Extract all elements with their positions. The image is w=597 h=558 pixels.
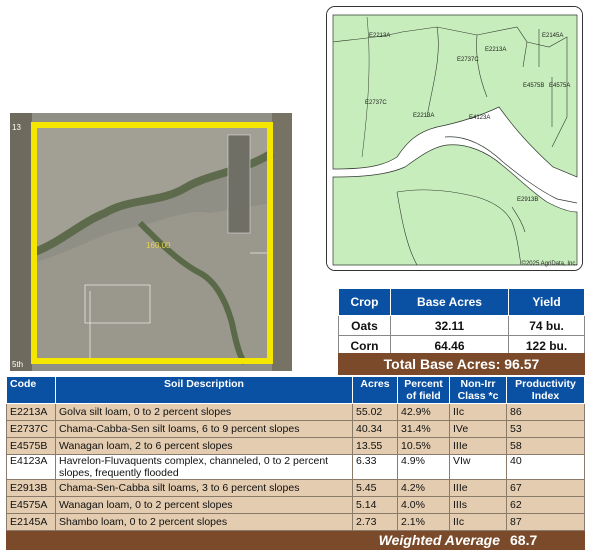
class-header: Non-Irr Class *c	[449, 376, 507, 404]
soil-productivity: 53	[506, 420, 585, 438]
soil-description: Wanagan loam, 0 to 2 percent slopes	[55, 496, 353, 514]
map-label-10: E2913B	[517, 197, 538, 203]
code-header: Code	[6, 376, 56, 404]
section-label-top: 13	[12, 123, 21, 132]
map-label-4: E2737C	[457, 57, 479, 63]
soil-map-polygons: E2213A E2145A E2213A E2737C E4575B E4575…	[327, 7, 582, 270]
soil-acres: 6.33	[352, 454, 398, 480]
table-row: E2913B Chama-Sen-Cabba silt loams, 3 to …	[6, 479, 585, 497]
crop-base-acres-table: Crop Base Acres Yield Oats 32.11 74 bu. …	[338, 288, 585, 356]
map-label-5: E4575B	[523, 83, 544, 89]
soil-description: Shambo loam, 0 to 2 percent slopes	[55, 513, 353, 531]
soil-percent: 4.9%	[397, 454, 450, 480]
soil-table: Code Soil Description Acres Percent of f…	[6, 376, 585, 550]
acres-header: Acres	[352, 376, 398, 404]
soil-productivity: 86	[506, 403, 585, 421]
soil-code: E2145A	[6, 513, 56, 531]
total-base-acres: Total Base Acres: 96.57	[338, 353, 585, 375]
map-label-6: E4575A	[549, 83, 570, 89]
soil-class: IVe	[449, 420, 507, 438]
soil-code: E2213A	[6, 403, 56, 421]
soil-description-header: Soil Description	[55, 376, 353, 404]
soil-code: E4575B	[6, 437, 56, 455]
table-row: E4575A Wanagan loam, 0 to 2 percent slop…	[6, 496, 585, 514]
soil-acres: 5.14	[352, 496, 398, 514]
soil-description: Chama-Cabba-Sen silt loams, 6 to 9 perce…	[55, 420, 353, 438]
map-label-7: E2737C	[365, 100, 387, 106]
soil-productivity: 40	[506, 454, 585, 480]
soil-class: IIc	[449, 513, 507, 531]
soil-code: E2913B	[6, 479, 56, 497]
soil-productivity: 67	[506, 479, 585, 497]
map-label-2: E2145A	[542, 33, 563, 39]
map-label-1: E2213A	[369, 33, 390, 39]
crop-name: Oats	[338, 315, 391, 336]
map-label-3: E2213A	[485, 47, 506, 53]
soil-class: VIw	[449, 454, 507, 480]
soil-description: Chama-Sen-Cabba silt loams, 3 to 6 perce…	[55, 479, 353, 497]
table-row: E2145A Shambo loam, 0 to 2 percent slope…	[6, 513, 585, 531]
soil-class: IIIe	[449, 437, 507, 455]
crop-yield: 74 bu.	[508, 315, 585, 336]
table-row: E4123A Havrelon-Fluvaquents complex, cha…	[6, 454, 585, 480]
soil-percent: 2.1%	[397, 513, 450, 531]
section-label-bottom: 5th	[12, 360, 24, 369]
weighted-average-label: Weighted Average	[6, 530, 507, 550]
percent-header: Percent of field	[397, 376, 450, 404]
soil-class: IIIs	[449, 496, 507, 514]
soil-percent: 31.4%	[397, 420, 450, 438]
weighted-average-row: Weighted Average 68.7	[6, 530, 585, 550]
soil-class: IIc	[449, 403, 507, 421]
soil-map: E2213A E2145A E2213A E2737C E4575B E4575…	[326, 6, 583, 271]
soil-percent: 4.0%	[397, 496, 450, 514]
map-label-8: E2213A	[413, 113, 434, 119]
soil-code: E4123A	[6, 454, 56, 480]
table-row: E2737C Chama-Cabba-Sen silt loams, 6 to …	[6, 420, 585, 438]
productivity-header: Productivity Index	[506, 376, 585, 404]
map-label-9: E4123A	[469, 115, 490, 121]
soil-class: IIIe	[449, 479, 507, 497]
map-copyright: ©2025 AgriData, Inc.	[521, 261, 577, 267]
soil-code: E2737C	[6, 420, 56, 438]
soil-acres: 5.45	[352, 479, 398, 497]
soil-acres: 13.55	[352, 437, 398, 455]
soil-productivity: 58	[506, 437, 585, 455]
aerial-photo: 160.00 13 5th	[10, 113, 292, 371]
field-acres-label: 160.00	[146, 241, 171, 250]
soil-productivity: 62	[506, 496, 585, 514]
soil-acres: 40.34	[352, 420, 398, 438]
soil-code: E4575A	[6, 496, 56, 514]
crop-acres: 32.11	[389, 315, 510, 336]
soil-acres: 55.02	[352, 403, 398, 421]
soil-productivity: 87	[506, 513, 585, 531]
soil-percent: 4.2%	[397, 479, 450, 497]
weighted-average-value: 68.7	[506, 530, 585, 550]
yield-header: Yield	[508, 288, 585, 316]
soil-percent: 42.9%	[397, 403, 450, 421]
soil-description: Wanagan loam, 2 to 6 percent slopes	[55, 437, 353, 455]
base-acres-header: Base Acres	[389, 288, 510, 316]
table-row: E4575B Wanagan loam, 2 to 6 percent slop…	[6, 437, 585, 455]
soil-description: Golva silt loam, 0 to 2 percent slopes	[55, 403, 353, 421]
soil-description: Havrelon-Fluvaquents complex, channeled,…	[55, 454, 353, 480]
crop-row: Oats 32.11 74 bu.	[338, 315, 585, 336]
soil-percent: 10.5%	[397, 437, 450, 455]
soil-acres: 2.73	[352, 513, 398, 531]
crop-header: Crop	[338, 288, 391, 316]
table-row: E2213A Golva silt loam, 0 to 2 percent s…	[6, 403, 585, 421]
